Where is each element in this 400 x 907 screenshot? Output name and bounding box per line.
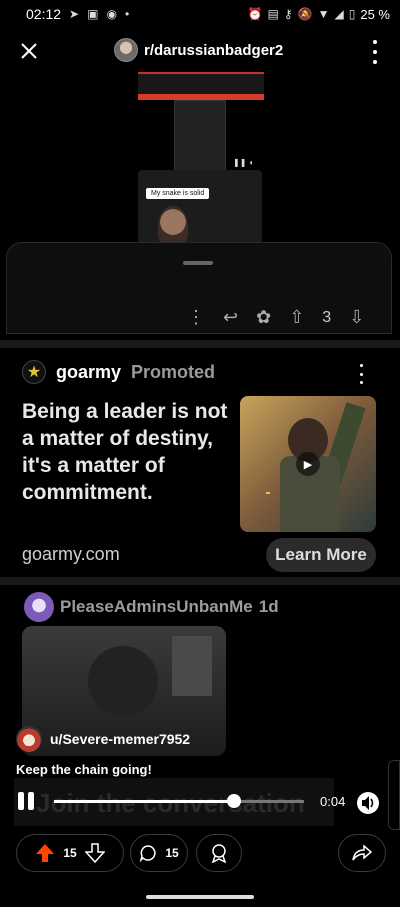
gallery-icon: ▣ [87,7,99,21]
avatar[interactable] [24,592,54,622]
award-button[interactable] [196,834,242,872]
signal-icon: ◢ [334,7,344,21]
comment-vote-count: 3 [322,308,332,326]
ad-domain[interactable]: goarmy.com [22,544,120,565]
sheet-drag-handle[interactable] [183,261,213,265]
more-icon [359,364,363,367]
video-preview[interactable]: My snake is solid ❚❚ ◖ [138,72,264,247]
battery-icon: ▯ [348,7,356,21]
screen-record-icon: ◉ [106,7,117,21]
video-username: u/Severe-memer7952 [50,731,191,747]
star-icon: ★ [22,360,46,384]
background-text: Join the conversation [36,788,305,818]
feed-divider [0,577,400,585]
learn-more-button[interactable]: Learn More [266,538,376,572]
award-icon [211,844,227,863]
more-icon [373,40,377,44]
ad-headline[interactable]: Being a leader is not a matter of destin… [22,398,232,506]
comment-icon [140,845,156,862]
downvote-icon[interactable]: ⇩ [349,307,364,328]
preview-screen [174,100,226,180]
subreddit-name: r/darussianbadger2 [144,41,284,59]
post-author-row: PleaseAdminsUnbanMe 1d [24,592,279,622]
telegram-icon: ➤ [69,7,80,21]
reply-icon[interactable]: ↩ [223,307,238,328]
thumb-badge [266,492,270,494]
ad-more-button[interactable] [358,364,364,384]
seek-bar[interactable] [54,800,304,803]
post-username[interactable]: PleaseAdminsUnbanMe [60,597,253,617]
ad-brand[interactable]: goarmy [56,362,121,383]
downvote-icon[interactable] [84,843,105,863]
subreddit-link[interactable]: r/darussianbadger2 [114,38,283,62]
alarm-icon: ⏰ [247,7,263,21]
volume-button[interactable] [348,788,384,818]
more-options-button[interactable] [368,40,382,64]
pause-icon [18,792,24,810]
wifi-icon: ▼ [317,7,330,21]
upvote-count: 15 [63,846,77,860]
status-bar: 02:12 ➤ ▣ ◉ • ⏰ ▤ ⚷ 🔕 ▼ ◢ ▯ 25 % [0,0,400,28]
edge-panel-handle[interactable] [388,760,400,830]
ad-video-thumbnail[interactable]: ▶ [240,396,376,532]
mute-icon: 🔕 [297,7,313,21]
subreddit-avatar [114,38,138,62]
pause-button[interactable] [18,792,34,810]
video-author[interactable]: u/Severe-memer7952 [16,726,190,752]
close-icon [21,43,37,59]
comment-more-icon[interactable]: ⋮ [187,307,205,328]
promoted-post[interactable]: ★ goarmy Promoted Being a leader is not … [0,352,400,577]
comment-actions: ⋮ ↩ ✿ ⇧ 3 ⇩ [187,307,364,328]
comment-count: 15 [165,846,179,860]
share-button[interactable] [338,834,386,872]
play-icon[interactable]: ▶ [296,452,320,476]
seek-handle[interactable] [227,794,241,808]
comments-button[interactable]: 15 [130,834,188,872]
battery-level: 25 % [360,6,390,22]
video-controls: Join the conversation 0:04 [14,778,345,826]
post-age: 1d [258,597,279,616]
comment-sheet[interactable]: ⋮ ↩ ✿ ⇧ 3 ⇩ [6,242,392,334]
notification-dot-icon: • [124,7,130,21]
preview-label: My snake is solid [146,188,210,199]
preview-pause-icon: ❚❚ ◖ [233,158,254,167]
preview-face [158,206,188,246]
upvote-icon[interactable]: ⇧ [289,307,304,328]
post-action-bar: 15 15 [0,834,400,874]
feed-divider [0,340,400,348]
key-icon: ⚷ [283,7,293,21]
avatar [16,726,42,752]
upvote-icon[interactable] [35,843,55,863]
post-header: r/darussianbadger2 [0,30,400,74]
video-caption: Keep the chain going! [16,762,152,777]
vote-control: 15 [16,834,124,872]
video-time: 0:04 [320,794,346,809]
close-button[interactable] [14,36,44,66]
ad-header: ★ goarmy Promoted [22,360,215,384]
award-icon[interactable]: ✿ [256,307,271,328]
nfc-icon: ▤ [267,7,279,21]
volume-icon [357,792,379,814]
seek-progress [54,800,234,803]
promoted-label: Promoted [131,361,216,382]
share-icon [352,844,372,861]
status-time: 02:12 [26,6,62,22]
preview-panel: My snake is solid [138,170,262,247]
home-indicator[interactable] [146,895,254,899]
